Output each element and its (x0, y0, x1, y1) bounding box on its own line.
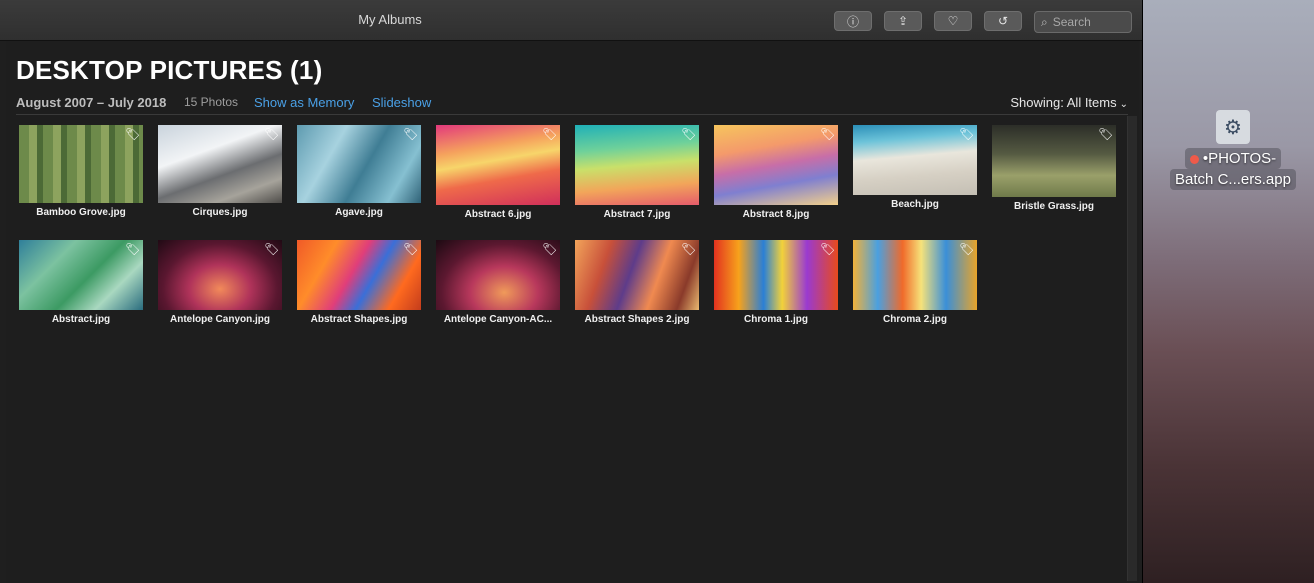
photo-name: Antelope Canyon-AC... (443, 314, 553, 325)
desktop-background (1142, 0, 1314, 583)
photo-tile[interactable]: 🏷 Agave.jpg (294, 125, 424, 218)
photo-thumbnail: 🏷 (714, 240, 838, 310)
photo-name: Chroma 2.jpg (883, 314, 947, 325)
album-subheader: August 2007 – July 2018 15 Photos Show a… (16, 95, 1128, 113)
photo-name: Abstract Shapes.jpg (310, 314, 408, 325)
search-icon: ⌕ (1041, 14, 1048, 29)
chevron-down-icon: ⌄ (1119, 99, 1128, 110)
photo-tile[interactable]: 🏷 Abstract 7.jpg (572, 125, 702, 220)
share-icon: ⇪ (897, 14, 909, 28)
divider (16, 114, 1128, 115)
photo-name: Chroma 1.jpg (744, 314, 808, 325)
photo-name: Cirques.jpg (192, 207, 248, 218)
slideshow-link[interactable]: Slideshow (372, 95, 431, 110)
photo-tile[interactable]: 🏷 Abstract.jpg (16, 240, 146, 325)
photo-name: Abstract 7.jpg (603, 209, 671, 220)
photo-thumbnail: 🏷 (19, 125, 143, 203)
photo-thumbnail: 🏷 (297, 125, 421, 203)
photo-tile[interactable]: 🏷 Cirques.jpg (155, 125, 285, 218)
photo-thumbnail: 🏷 (853, 240, 977, 310)
photo-tile[interactable]: 🏷 Bamboo Grove.jpg (16, 125, 146, 218)
keyword-tag-icon: 🏷 (959, 242, 975, 256)
photo-thumbnail: 🏷 (575, 125, 699, 205)
photo-tile[interactable]: 🏷 Chroma 1.jpg (711, 240, 841, 325)
photo-name: Abstract Shapes 2.jpg (584, 314, 690, 325)
photo-tile[interactable]: 🏷 Chroma 2.jpg (850, 240, 980, 325)
app-icon: ⚙ (1216, 110, 1250, 144)
photo-thumbnail: 🏷 (853, 125, 977, 195)
photo-tile[interactable]: 🏷 Abstract Shapes.jpg (294, 240, 424, 325)
album-content: DESKTOP PICTURES (1) August 2007 – July … (6, 41, 1139, 583)
photo-name: Abstract 6.jpg (464, 209, 532, 220)
photo-name: Agave.jpg (335, 207, 383, 218)
keyword-tag-icon: 🏷 (820, 242, 836, 256)
photo-name: Beach.jpg (891, 199, 939, 210)
photo-tile[interactable]: 🏷 Abstract 8.jpg (711, 125, 841, 220)
search-input[interactable]: ⌕ Search (1034, 11, 1132, 33)
keyword-tag-icon: 🏷 (125, 242, 141, 256)
photo-thumbnail: 🏷 (714, 125, 838, 205)
keyword-tag-icon: 🏷 (403, 127, 419, 141)
photo-name: Bamboo Grove.jpg (36, 207, 126, 218)
keyword-tag-icon: 🏷 (264, 242, 280, 256)
photo-thumbnail: 🏷 (436, 240, 560, 310)
keyword-tag-icon: 🏷 (681, 242, 697, 256)
info-icon: ⓘ (846, 14, 859, 29)
photos-window: My Albums ⓘ ⇪ ♡ ↺ ⌕ Search DESKTOP PICTU… (0, 0, 1143, 583)
title-bar: My Albums ⓘ ⇪ ♡ ↺ ⌕ Search (0, 0, 1142, 41)
window-title: My Albums (358, 12, 422, 27)
keyword-tag-icon: 🏷 (959, 127, 975, 141)
keyword-tag-icon: 🏷 (542, 127, 558, 141)
photo-thumbnail: 🏷 (19, 240, 143, 310)
photo-tile[interactable]: 🏷 Bristle Grass.jpg (989, 125, 1119, 212)
photo-name: Abstract 8.jpg (742, 209, 810, 220)
heart-icon: ♡ (947, 14, 959, 28)
photo-tile[interactable]: 🏷 Beach.jpg (850, 125, 980, 210)
rotate-button[interactable]: ↺ (984, 11, 1022, 31)
photo-thumbnail: 🏷 (575, 240, 699, 310)
photo-name: Bristle Grass.jpg (1013, 201, 1095, 212)
share-button[interactable]: ⇪ (884, 11, 922, 31)
showing-filter[interactable]: Showing: All Items ⌄ (1010, 95, 1128, 110)
desktop-app-icon[interactable]: ⚙ •PHOTOS- Batch C...ers.app (1158, 110, 1308, 190)
photo-name: Antelope Canyon.jpg (170, 314, 270, 325)
scrollbar[interactable] (1127, 116, 1137, 581)
keyword-tag-icon: 🏷 (542, 242, 558, 256)
photo-tile[interactable]: 🏷 Antelope Canyon.jpg (155, 240, 285, 325)
photo-thumbnail: 🏷 (436, 125, 560, 205)
photo-tile[interactable]: 🏷 Antelope Canyon-AC... (433, 240, 563, 325)
keyword-tag-icon: 🏷 (403, 242, 419, 256)
app-label-line1: •PHOTOS- (1184, 148, 1282, 169)
keyword-tag-icon: 🏷 (125, 127, 141, 141)
favorite-button[interactable]: ♡ (934, 11, 972, 31)
photo-name: Abstract.jpg (51, 314, 111, 325)
photo-thumbnail: 🏷 (158, 125, 282, 203)
search-placeholder: Search (1052, 15, 1091, 29)
app-label-line2: Batch C...ers.app (1170, 169, 1296, 190)
photo-thumbnail: 🏷 (297, 240, 421, 310)
keyword-tag-icon: 🏷 (264, 127, 280, 141)
keyword-tag-icon: 🏷 (820, 127, 836, 141)
keyword-tag-icon: 🏷 (681, 127, 697, 141)
photo-thumbnail: 🏷 (992, 125, 1116, 197)
rotate-icon: ↺ (997, 14, 1009, 28)
show-as-memory-link[interactable]: Show as Memory (254, 95, 354, 110)
photo-count: 15 Photos (184, 95, 239, 109)
album-date-range: August 2007 – July 2018 (16, 95, 167, 110)
album-title: DESKTOP PICTURES (1) (16, 55, 323, 85)
photo-tile[interactable]: 🏷 Abstract Shapes 2.jpg (572, 240, 702, 325)
photo-tile[interactable]: 🏷 Abstract 6.jpg (433, 125, 563, 220)
keyword-tag-icon: 🏷 (1098, 127, 1114, 141)
red-tag-icon (1189, 154, 1199, 164)
photo-thumbnail: 🏷 (158, 240, 282, 310)
info-button[interactable]: ⓘ (834, 11, 872, 31)
